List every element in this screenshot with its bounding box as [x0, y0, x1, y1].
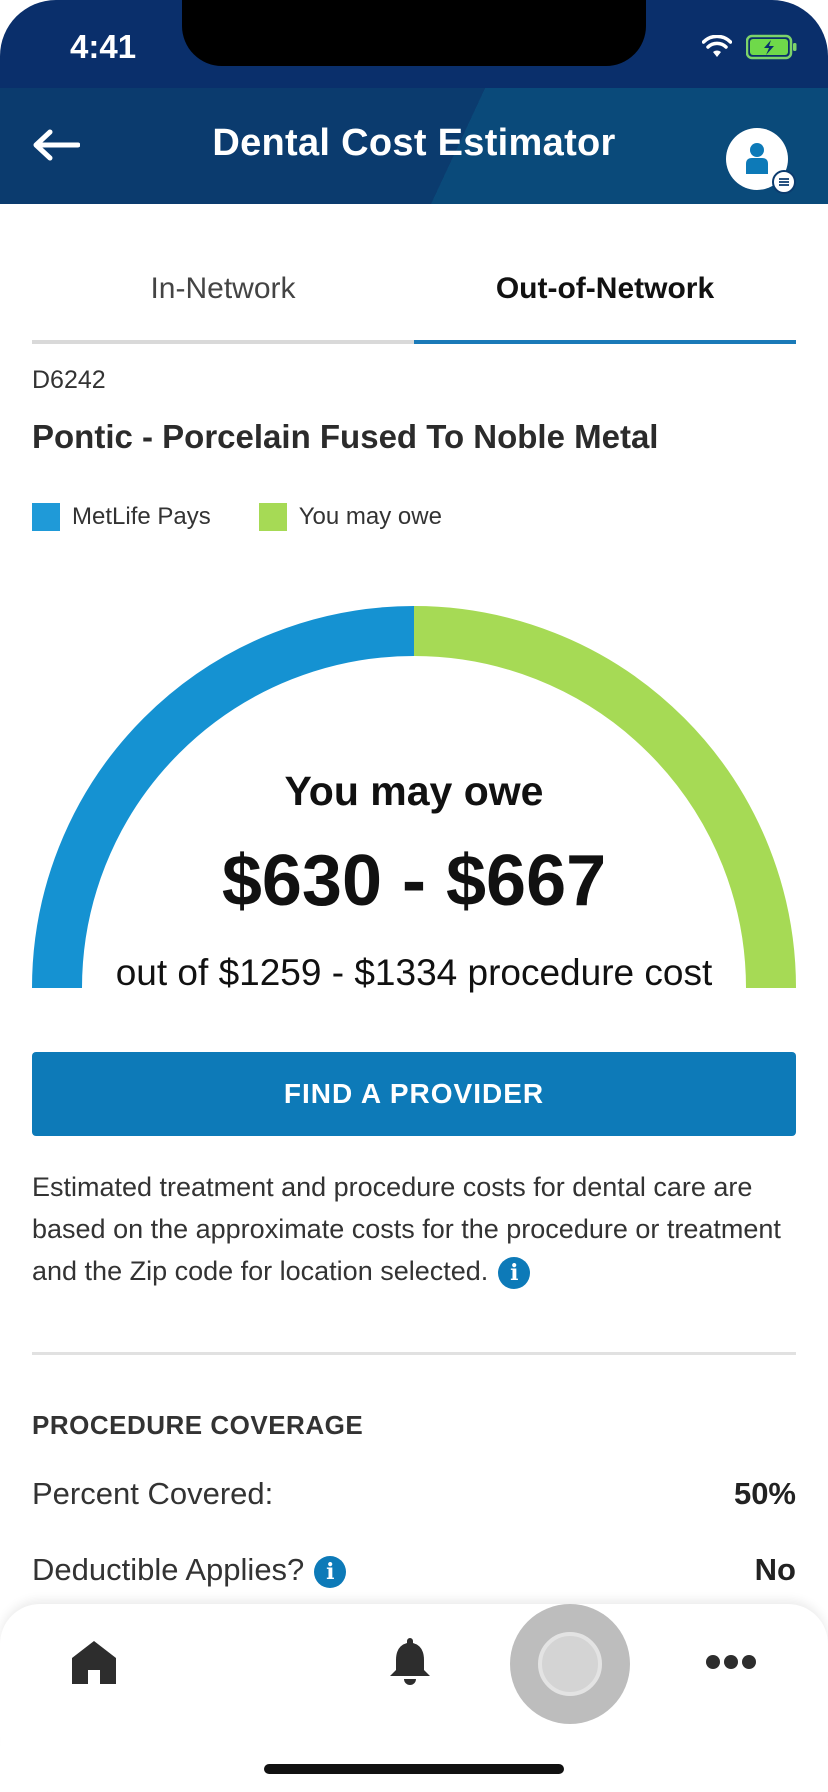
legend-item-you-may-owe: You may owe [258, 503, 442, 531]
divider [32, 1352, 796, 1355]
tab-in-network[interactable]: In-Network [32, 244, 414, 344]
gauge-label: You may owe [284, 768, 544, 814]
wifi-icon [702, 35, 732, 57]
legend-item-metlife-pays: MetLife Pays [32, 503, 211, 531]
coverage-label: Percent Covered: [32, 1476, 274, 1511]
procedure-code: D6242 [32, 366, 106, 394]
procedure-name: Pontic - Porcelain Fused To Noble Metal [32, 418, 659, 455]
coverage-value: 50% [733, 1476, 796, 1511]
legend-label: MetLife Pays [72, 503, 211, 530]
legend-label: You may owe [298, 503, 442, 530]
disclaimer-body: Estimated treatment and procedure costs … [32, 1172, 781, 1286]
status-time: 4:41 [70, 28, 137, 65]
disclaimer-text: Estimated treatment and procedure costs … [32, 1166, 798, 1292]
battery-icon [746, 34, 797, 60]
status-icons [702, 34, 798, 60]
section-title-coverage: PROCEDURE COVERAGE [32, 1410, 364, 1440]
home-indicator [264, 1764, 564, 1774]
phone-screen: 4:41 Dental Cost Estimator In-Network Ou… [0, 0, 828, 1792]
notch [182, 0, 646, 66]
network-tabs: In-Network Out-of-Network [32, 244, 796, 344]
bell-icon[interactable] [388, 1636, 432, 1686]
coverage-row-deductible: Deductible Applies? i No [32, 1552, 796, 1588]
gauge-legend: MetLife Pays You may owe [32, 503, 490, 531]
status-bar: 4:41 [0, 0, 828, 88]
owe-amount-range: $630 - $667 [221, 841, 607, 921]
coverage-label: Deductible Applies? [32, 1552, 305, 1587]
info-icon[interactable]: i [314, 1555, 347, 1588]
page-title: Dental Cost Estimator [212, 122, 616, 164]
find-provider-button[interactable]: FIND A PROVIDER [32, 1052, 796, 1136]
menu-badge-icon [772, 170, 796, 194]
procedure-cost-text: out of $1259 - $1334 procedure cost [115, 952, 713, 993]
assistant-button[interactable] [510, 1604, 630, 1724]
app-header: Dental Cost Estimator [0, 88, 828, 204]
coverage-value: No [754, 1552, 796, 1587]
home-icon[interactable] [70, 1638, 118, 1686]
legend-swatch-owe [258, 503, 287, 531]
info-icon[interactable]: i [498, 1256, 531, 1289]
more-icon[interactable] [706, 1652, 756, 1672]
legend-swatch-metlife [32, 503, 60, 531]
coverage-row-percent: Percent Covered: 50% [32, 1476, 796, 1512]
tab-out-of-network[interactable]: Out-of-Network [414, 244, 796, 344]
assistant-icon [538, 1632, 602, 1696]
